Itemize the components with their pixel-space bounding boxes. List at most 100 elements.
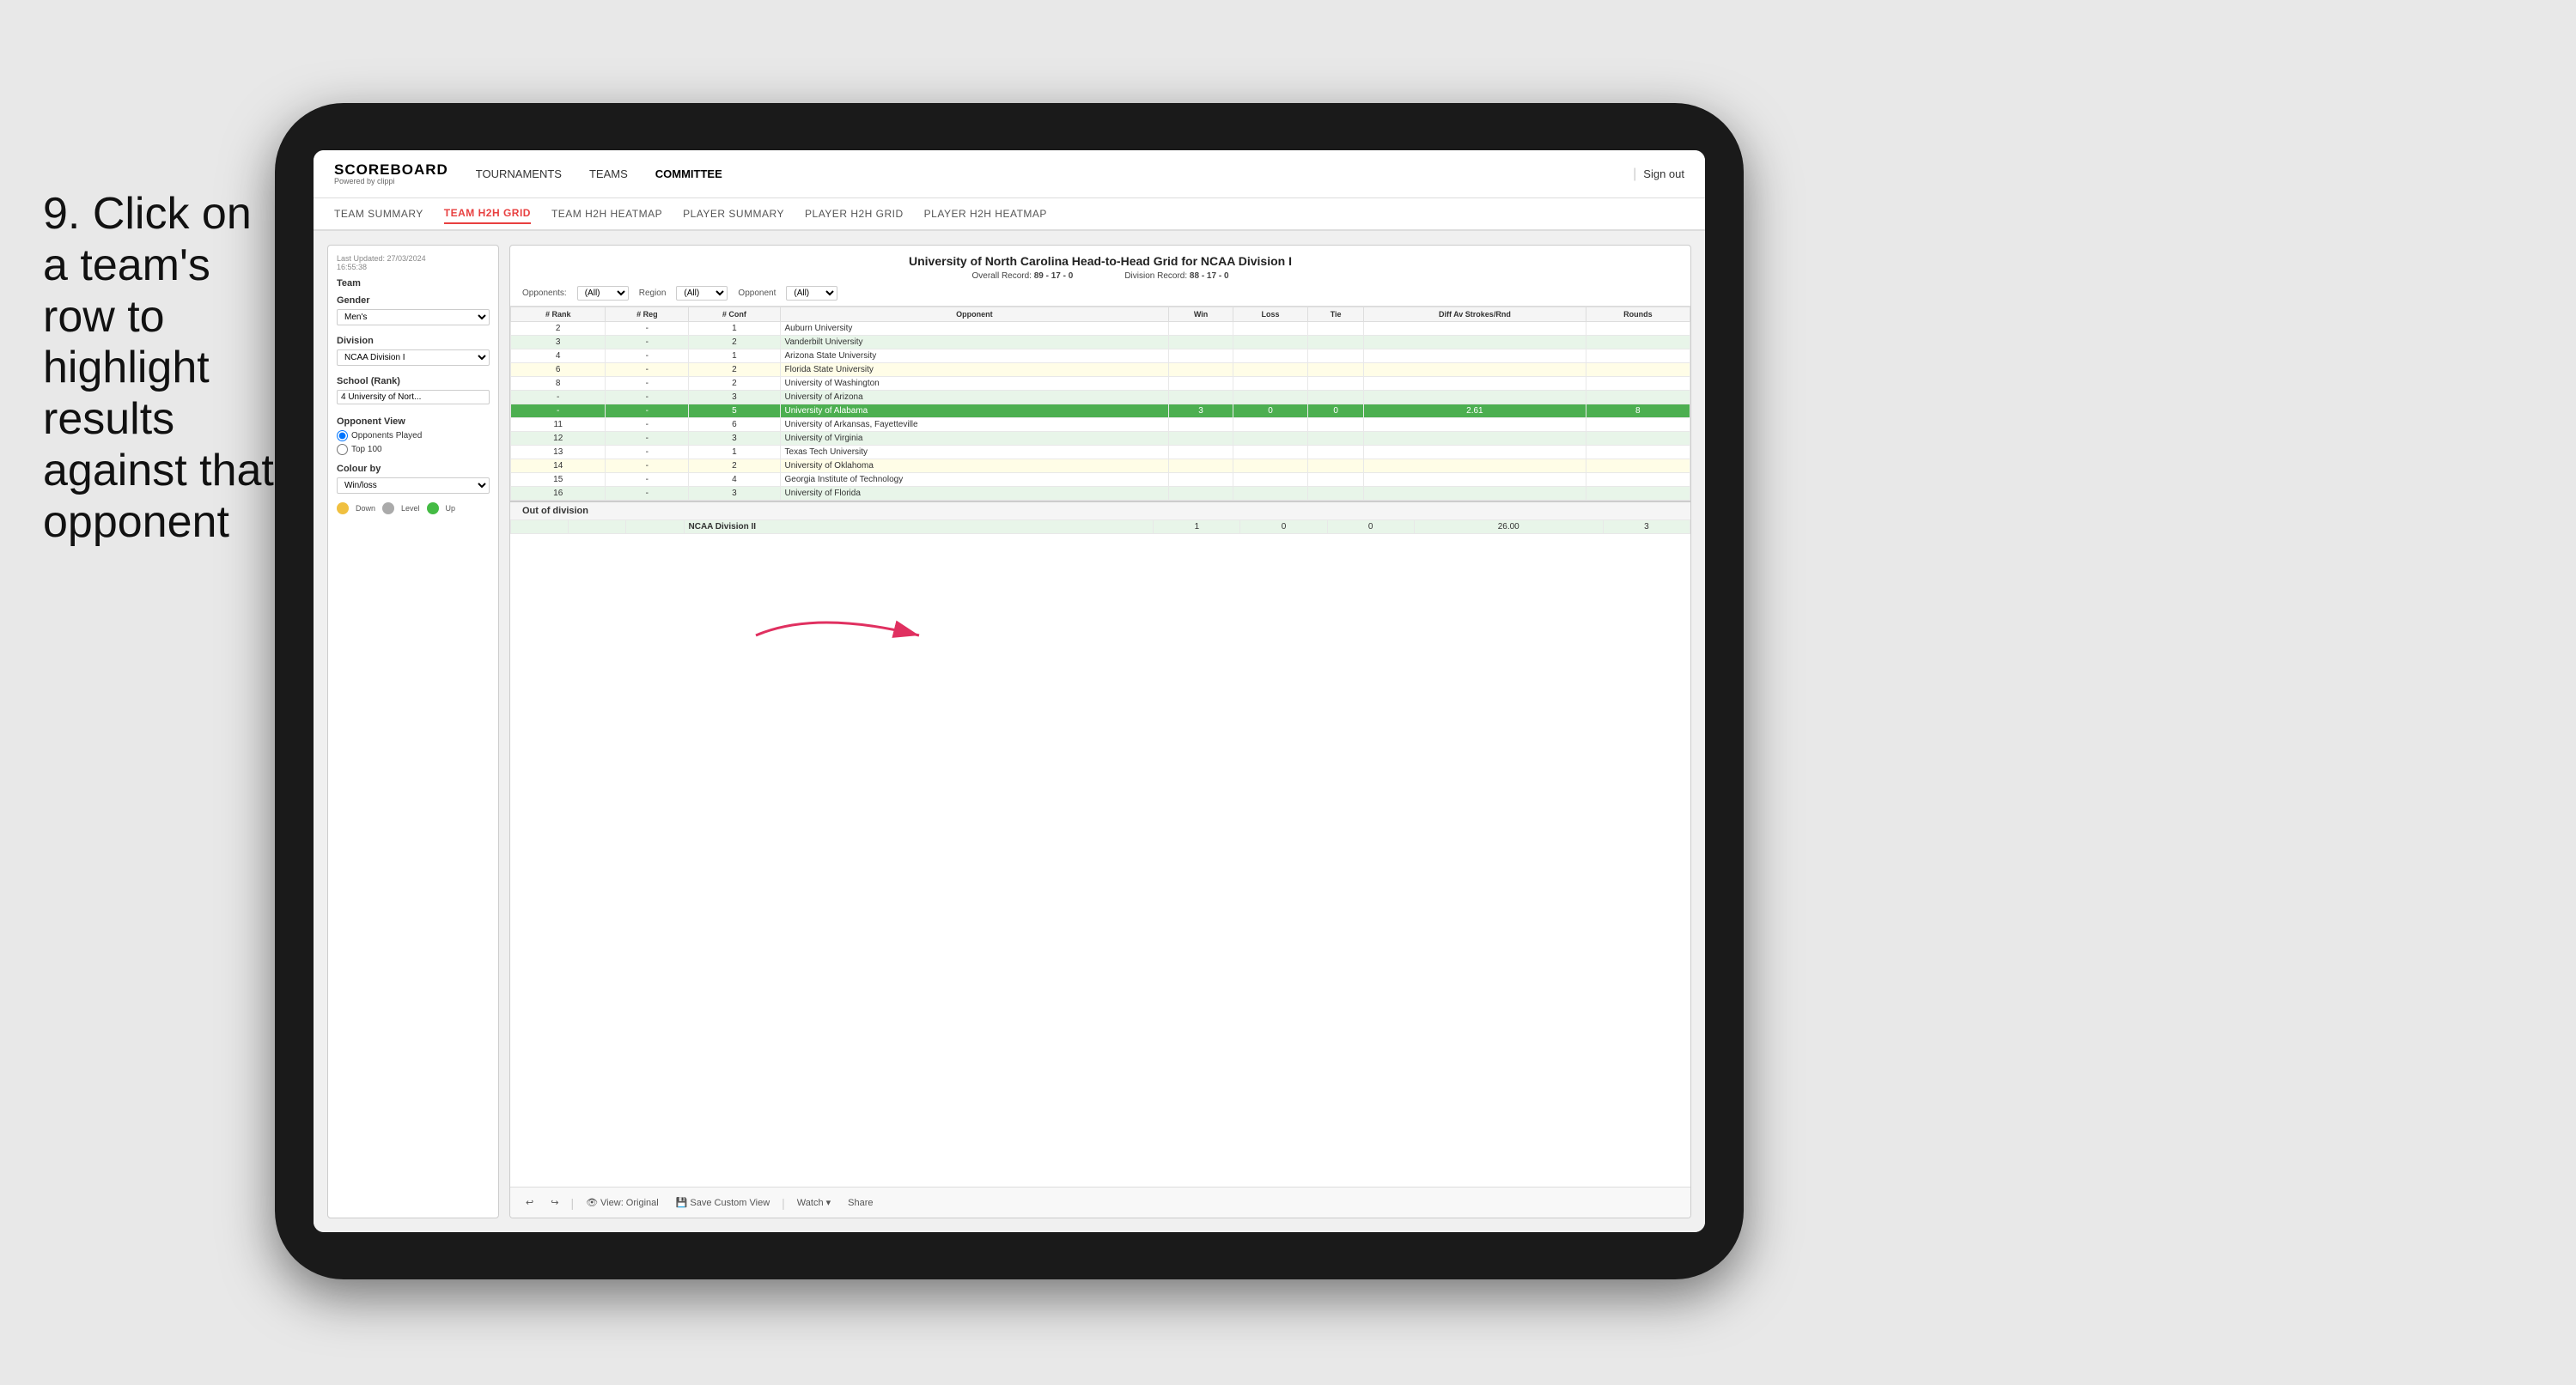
cell-value: [1233, 473, 1307, 487]
sub-nav-team-summary[interactable]: TEAM SUMMARY: [334, 204, 423, 223]
team-label: Team: [337, 278, 490, 289]
sub-nav-player-summary[interactable]: PLAYER SUMMARY: [683, 204, 784, 223]
cell-value: [1364, 418, 1586, 432]
cell-value: -: [606, 391, 689, 404]
cell-value: NCAA Division II: [684, 520, 1154, 534]
save-custom-button[interactable]: 💾 Save Custom View: [671, 1195, 775, 1210]
table-row[interactable]: 12-3University of Virginia: [511, 432, 1690, 446]
nav-link-tournaments[interactable]: TOURNAMENTS: [476, 164, 562, 184]
filter-region-select[interactable]: (All): [676, 286, 728, 301]
nav-links: TOURNAMENTS TEAMS COMMITTEE: [476, 164, 1633, 184]
cell-value: 1: [689, 349, 780, 363]
logo-title: SCOREBOARD: [334, 162, 448, 177]
cell-value: 2: [511, 322, 606, 336]
cell-value: [1308, 459, 1364, 473]
cell-value: [1308, 432, 1364, 446]
table-header-section: University of North Carolina Head-to-Hea…: [510, 246, 1690, 307]
division-select[interactable]: NCAA Division I: [337, 349, 490, 366]
cell-value: 4: [511, 349, 606, 363]
cell-value: 3: [689, 487, 780, 501]
filter-opponents-select[interactable]: (All): [577, 286, 629, 301]
cell-value: [1233, 336, 1307, 349]
radio-opponents-played[interactable]: Opponents Played: [337, 430, 490, 441]
sub-nav-team-h2h-grid[interactable]: TEAM H2H GRID: [444, 203, 531, 224]
cell-value: [1364, 391, 1586, 404]
tablet-screen: SCOREBOARD Powered by clippi TOURNAMENTS…: [314, 150, 1705, 1232]
legend-down-dot: [337, 502, 349, 514]
nav-link-committee[interactable]: COMMITTEE: [655, 164, 722, 184]
filter-opponent-select[interactable]: (All): [786, 286, 837, 301]
division-record: Division Record: 88 - 17 - 0: [1124, 271, 1228, 281]
cell-value: [1169, 377, 1233, 391]
sub-nav-player-h2h-grid[interactable]: PLAYER H2H GRID: [805, 204, 904, 223]
radio-top-100[interactable]: Top 100: [337, 444, 490, 455]
colour-select[interactable]: Win/loss: [337, 477, 490, 494]
view-original-button[interactable]: 👁 View: Original: [581, 1195, 664, 1210]
table-row[interactable]: 13-1Texas Tech University: [511, 446, 1690, 459]
cell-value: 15: [511, 473, 606, 487]
cell-value: -: [606, 377, 689, 391]
cell-value: 3: [1603, 520, 1690, 534]
cell-value: -: [606, 459, 689, 473]
cell-opponent: Florida State University: [780, 363, 1169, 377]
share-button[interactable]: Share: [843, 1196, 878, 1210]
school-input[interactable]: [337, 390, 490, 404]
records-row: Overall Record: 89 - 17 - 0 Division Rec…: [522, 271, 1678, 281]
cell-value: [1364, 377, 1586, 391]
cell-value: [1233, 322, 1307, 336]
colour-by-label: Colour by: [337, 464, 490, 474]
save-icon: 💾: [676, 1197, 688, 1208]
table-row[interactable]: 14-2University of Oklahoma: [511, 459, 1690, 473]
data-table: # Rank # Reg # Conf Opponent Win Loss Ti…: [510, 307, 1690, 501]
nav-sign-out[interactable]: Sign out: [1643, 167, 1684, 180]
table-row[interactable]: 2-1Auburn University: [511, 322, 1690, 336]
sub-nav-player-h2h-heatmap[interactable]: PLAYER H2H HEATMAP: [924, 204, 1047, 223]
cell-value: [1233, 418, 1307, 432]
cell-value: 5: [689, 404, 780, 418]
col-rank: # Rank: [511, 307, 606, 322]
cell-value: [1364, 459, 1586, 473]
table-row[interactable]: 4-1Arizona State University: [511, 349, 1690, 363]
table-row[interactable]: 11-6University of Arkansas, Fayetteville: [511, 418, 1690, 432]
cell-value: -: [511, 391, 606, 404]
watch-button[interactable]: Watch ▾: [792, 1195, 836, 1210]
table-header-row: # Rank # Reg # Conf Opponent Win Loss Ti…: [511, 307, 1690, 322]
eye-icon: 👁: [586, 1197, 598, 1208]
cell-value: 2: [689, 336, 780, 349]
table-row[interactable]: 3-2Vanderbilt University: [511, 336, 1690, 349]
cell-value: 3: [1169, 404, 1233, 418]
cell-opponent: University of Florida: [780, 487, 1169, 501]
cell-value: [1169, 363, 1233, 377]
cell-value: 11: [511, 418, 606, 432]
cell-value: 1: [689, 322, 780, 336]
filter-row: Opponents: (All) Region (All) Opponent (…: [522, 286, 1678, 301]
cell-value: [1586, 432, 1690, 446]
sub-nav-team-h2h-heatmap[interactable]: TEAM H2H HEATMAP: [551, 204, 662, 223]
cell-value: [1364, 446, 1586, 459]
cell-value: [1169, 349, 1233, 363]
table-row[interactable]: 16-3University of Florida: [511, 487, 1690, 501]
cell-value: 26.00: [1414, 520, 1603, 534]
cell-opponent: University of Virginia: [780, 432, 1169, 446]
table-row[interactable]: --3University of Arizona: [511, 391, 1690, 404]
cell-value: [1233, 432, 1307, 446]
overall-record: Overall Record: 89 - 17 - 0: [971, 271, 1073, 281]
table-row[interactable]: 15-4Georgia Institute of Technology: [511, 473, 1690, 487]
table-row[interactable]: --5University of Alabama3002.618: [511, 404, 1690, 418]
table-row[interactable]: 8-2University of Washington: [511, 377, 1690, 391]
table-row[interactable]: 6-2Florida State University: [511, 363, 1690, 377]
filter-opponents-label: Opponents:: [522, 289, 567, 298]
cell-value: [1586, 336, 1690, 349]
gender-select[interactable]: Men's: [337, 309, 490, 325]
nav-link-teams[interactable]: TEAMS: [589, 164, 628, 184]
out-of-division-row[interactable]: NCAA Division II10026.003: [511, 520, 1690, 534]
cell-value: [1169, 391, 1233, 404]
table-main-title: University of North Carolina Head-to-Hea…: [522, 254, 1678, 268]
col-diff: Diff Av Strokes/Rnd: [1364, 307, 1586, 322]
redo-button[interactable]: ↪: [545, 1195, 563, 1210]
cell-value: [1364, 487, 1586, 501]
filter-opponent-label: Opponent: [738, 289, 776, 298]
cell-value: [1308, 418, 1364, 432]
undo-button[interactable]: ↩: [521, 1195, 539, 1210]
cell-value: 3: [511, 336, 606, 349]
